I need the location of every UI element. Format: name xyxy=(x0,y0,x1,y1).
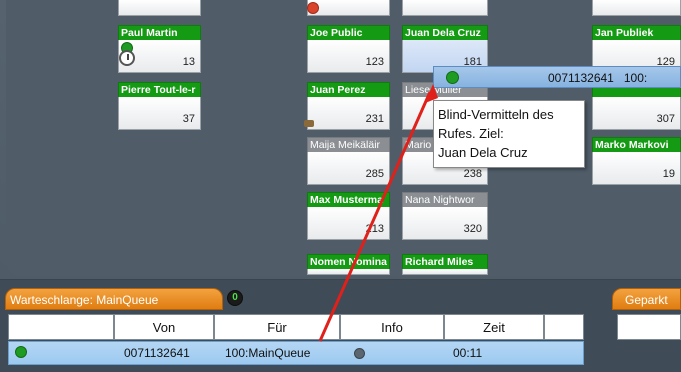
drag-arrow-head xyxy=(425,84,438,103)
drag-arrow-line xyxy=(318,91,432,342)
drag-arrow xyxy=(318,84,438,342)
